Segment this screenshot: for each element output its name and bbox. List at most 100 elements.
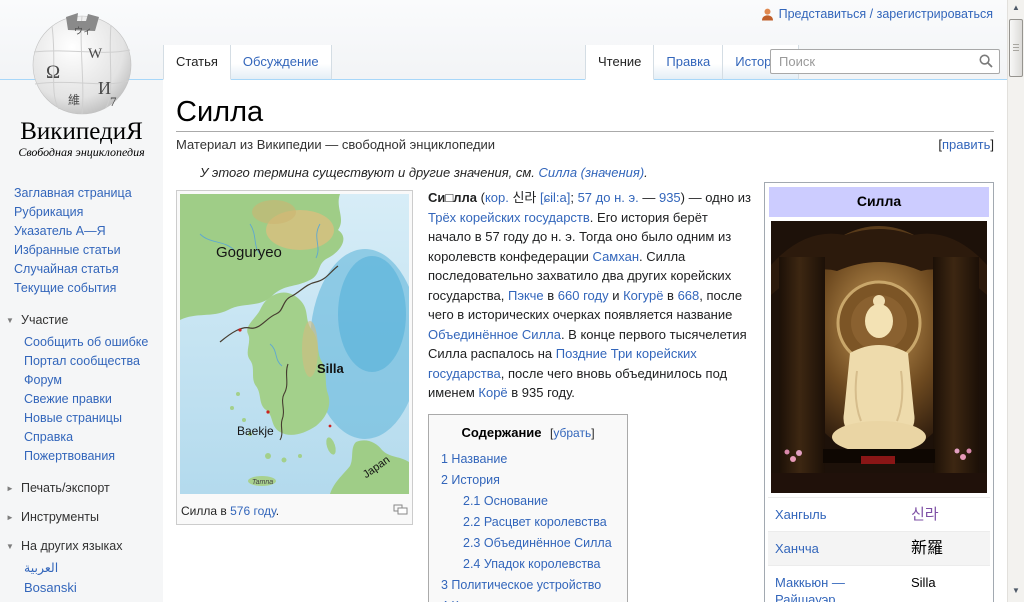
sidebar-link[interactable]: Случайная статья [14,260,163,279]
sidebar-link[interactable]: Bosanski [24,578,163,597]
tab[interactable]: Статья [163,45,231,80]
buddha-image[interactable] [771,220,987,493]
toc-item[interactable]: 2 История [435,470,621,491]
toc-item-label: 2.3 Объединённое Силла [463,536,612,550]
tab[interactable]: Чтение [585,45,655,80]
toc-item[interactable]: 3 Политическое устройство [435,575,621,596]
text-run: в 935 году. [507,385,575,400]
inline-link[interactable]: Силла (значения) [539,165,645,180]
sidebar-link-label: Пожертвования [24,449,116,463]
inline-link[interactable]: Корё [478,385,507,400]
search-icon[interactable] [979,54,993,68]
sidebar-link[interactable]: Избранные статьи [14,241,163,260]
section-title: Печать/экспорт [21,481,110,495]
tab[interactable]: Обсуждение [230,45,332,80]
text-run: Силла в [181,503,231,518]
tab[interactable]: Правка [654,45,724,80]
section-toggle[interactable]: ▼ На других языках [5,539,163,553]
toc-list: 1 Название 2 История 2.1 Основание 2.2 Расц… [435,449,621,602]
sidebar-link[interactable]: Пожертвования [24,447,163,466]
inline-link[interactable]: Самхан [593,249,639,264]
scroll-down-arrow[interactable]: ▼ [1008,586,1024,595]
infobox-row: Маккьюн — Райшауэр Silla [768,564,990,602]
article-content: Силла Материал из Википедии — свободной … [163,80,1007,602]
sidebar-link[interactable]: Портал сообщества [24,352,163,371]
inline-link[interactable]: Трёх корейских государств [428,210,590,225]
toc-item[interactable]: 2.1 Основание [457,491,621,512]
wikipedia-page: Представиться / зарегистрироваться Стать… [0,0,1007,602]
map-label-silla: Silla [317,361,345,376]
toc-header: Содержание [убрать] [435,423,621,444]
sidebar-link[interactable]: Указатель А—Я [14,222,163,241]
inline-link[interactable]: 668 [678,288,700,303]
text-run: У этого термина существуют и другие знач… [200,165,539,180]
view-tabs: Чтение Правка История [585,45,799,80]
sidebar-link[interactable]: Сообщить об ошибке [24,333,163,352]
sidebar-link[interactable]: Рубрикация [14,203,163,222]
toc-title: Содержание [461,424,542,440]
sidebar-link-label: العربية [24,561,59,575]
sidebar-link[interactable]: Свежие правки [24,390,163,409]
user-icon [761,8,773,20]
search-input[interactable] [770,49,1000,74]
bracket: ] [591,425,595,440]
logo-glyph: W [88,46,103,62]
logo-wordmark: ВикипедиЯ [20,118,143,145]
sidebar-link-label: Портал сообщества [24,354,140,368]
infobox: Силла Хангыль 신라 Ханчча 新羅 Маккьюн — Рай… [764,182,994,602]
infobox-row-value: 新羅 [911,539,944,557]
personal-bar[interactable]: Представиться / зарегистрироваться [761,7,993,21]
toc-toggle-link[interactable]: убрать [553,426,591,440]
inline-link[interactable]: кор. [485,190,509,205]
toc-item[interactable]: 1 Название [435,449,621,470]
inline-link[interactable]: 660 году [558,288,609,303]
toc-item-label: 2.1 Основание [463,494,548,508]
vertical-scrollbar[interactable]: ▲ ▼ [1007,0,1024,602]
sidebar-link[interactable]: العربية [24,559,163,578]
infobox-row-label[interactable]: Ханчча [775,540,907,557]
sidebar-link[interactable]: Справка [24,428,163,447]
toc-item[interactable]: 4 Культура [435,596,621,602]
inline-link[interactable]: 935 [659,190,681,205]
enlarge-icon[interactable] [393,504,408,515]
section-toggle[interactable]: ► Инструменты [5,510,163,524]
toc-item[interactable]: 2.2 Расцвет королевства [457,512,621,533]
map-image[interactable]: Goguryeo Silla Baekje Japan Tamna [180,194,420,494]
map-thumbnail: Goguryeo Silla Baekje Japan Tamna Силла … [176,190,420,525]
browser-viewport: Представиться / зарегистрироваться Стать… [0,0,1024,602]
infobox-row-label[interactable]: Хангыль [775,506,907,523]
scrollbar-thumb[interactable] [1009,19,1023,77]
infobox-row-label[interactable]: Маккьюн — Райшауэр [775,574,907,602]
toc-item[interactable]: 2.4 Упадок королевства [457,554,621,575]
inline-link[interactable]: 576 году [230,504,276,518]
sidebar-link-label: Bosanski [24,580,77,595]
text-run: в [543,287,558,303]
login-link[interactable]: Представиться / зарегистрироваться [779,7,993,21]
inline-link[interactable]: 57 до н. э. [578,190,639,205]
sidebar-nav: Заглавная страница Рубрикация Указатель А—… [14,184,163,298]
inline-link[interactable]: Пэкче [508,288,544,303]
edit-link[interactable]: править [942,137,990,152]
participation-list: Сообщить об ошибке Портал сообщества Форум… [24,333,163,466]
toc-toggle[interactable]: [убрать] [550,426,595,440]
section-toggle[interactable]: ► Печать/экспорт [5,481,163,495]
toc-item[interactable]: 2.3 Объединённое Силла [457,533,621,554]
inline-link[interactable]: Когурё [623,288,663,303]
sidebar-section-languages: ▼ На других языках العربية Bosanski [0,539,163,597]
inline-link[interactable]: [ɕil:a] [540,190,570,205]
infobox-row-value[interactable]: 신라 [907,506,983,523]
sidebar-link[interactable]: Новые страницы [24,409,163,428]
tab-label: Чтение [598,54,642,69]
sidebar-link[interactable]: Заглавная страница [14,184,163,203]
sidebar-section-participation: ▼ Участие Сообщить об ошибке Портал сообщ… [0,313,163,466]
section-toggle[interactable]: ▼ Участие [5,313,163,327]
scroll-up-arrow[interactable]: ▲ [1008,3,1024,12]
section-title: На других языках [21,539,123,553]
chevron-down-icon: ▼ [6,541,14,551]
wikipedia-logo[interactable]: Ω W И 維 7 ウィ ВикипедиЯ Свободная энцикло… [0,4,163,160]
sidebar-link[interactable]: Текущие события [14,279,163,298]
sidebar-link[interactable]: Форум [24,371,163,390]
text-run: ) — одно из [680,190,751,205]
inline-link[interactable]: Объединённое Силла [428,327,561,342]
namespace-tabs: Статья Обсуждение [163,45,332,80]
